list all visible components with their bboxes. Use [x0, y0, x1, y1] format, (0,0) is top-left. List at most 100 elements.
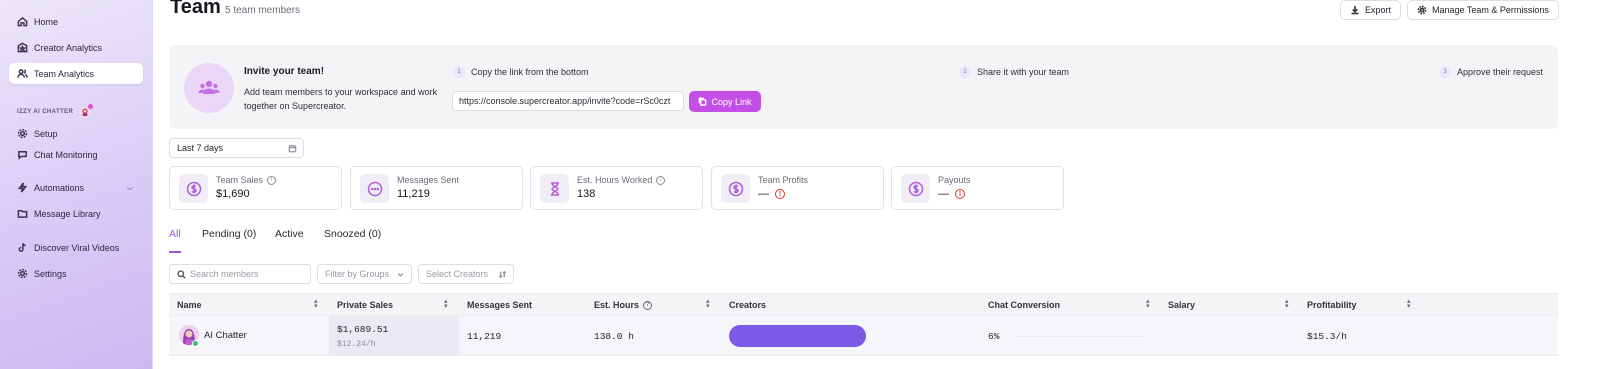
- sidebar-item-label: Creator Analytics: [34, 42, 103, 53]
- stat-label-text: Team Profits: [758, 175, 809, 185]
- column-creators[interactable]: Creators: [729, 300, 766, 310]
- search-input[interactable]: Search members: [169, 264, 311, 284]
- sidebar-item-home[interactable]: Home: [9, 11, 143, 32]
- hourglass-icon: [540, 174, 569, 203]
- invite-title: Invite your team!: [244, 66, 325, 77]
- step-label: Approve their request: [1457, 67, 1544, 77]
- sidebar-item-team-analytics[interactable]: Team Analytics: [9, 63, 143, 84]
- private-sales-rate: $12.24/h: [337, 340, 376, 349]
- sort-icon[interactable]: ▴ ▾: [1285, 298, 1289, 310]
- invite-panel: Invite your team! Add team members to yo…: [169, 45, 1558, 129]
- filter-by-groups-select[interactable]: Filter by Groups: [317, 264, 412, 284]
- sidebar-item-label: Message Library: [34, 208, 101, 219]
- stat-value: —!: [938, 188, 965, 200]
- sort-icon[interactable]: ▴ ▾: [444, 298, 448, 310]
- download-icon: [1351, 6, 1359, 15]
- sidebar-item-setup[interactable]: Setup: [9, 123, 143, 144]
- team-icon: [16, 68, 28, 80]
- column-chat-conversion[interactable]: Chat Conversion: [988, 300, 1060, 310]
- stat-label-text: Messages Sent: [397, 175, 460, 185]
- column-messages-sent[interactable]: Messages Sent: [467, 300, 532, 310]
- export-label: Export: [1364, 5, 1391, 15]
- sidebar-item-label: Discover Viral Videos: [34, 242, 120, 253]
- warning-icon[interactable]: !: [775, 189, 785, 199]
- search-icon: [177, 269, 186, 279]
- dollar-icon: [721, 174, 750, 203]
- section-label-text: IZZY AI CHATTER: [17, 109, 74, 115]
- step-number: 3: [1439, 66, 1451, 78]
- sidebar-item-label: Chat Monitoring: [34, 149, 98, 160]
- stat-card-est-hours-worked: Est. Hours Worked i 138: [530, 166, 703, 210]
- tab-active[interactable]: Active: [275, 228, 304, 240]
- est-hours-value: 138.0 h: [594, 331, 634, 342]
- izzy-avatar: [79, 104, 94, 118]
- table-row[interactable]: AI Chatter $1,689.51 $12.24/h 11,219 138…: [169, 316, 1558, 356]
- invite-step-1: 1 Copy the link from the bottom: [453, 66, 589, 78]
- sidebar-item-chat-monitoring[interactable]: Chat Monitoring: [9, 144, 143, 165]
- tab-all[interactable]: All: [169, 228, 181, 240]
- tab-snoozed[interactable]: Snoozed (0): [324, 228, 381, 240]
- export-button[interactable]: Export: [1340, 0, 1401, 20]
- stat-value: $1,690: [216, 188, 250, 200]
- column-salary[interactable]: Salary: [1168, 300, 1195, 310]
- stat-value-text: —: [938, 188, 949, 200]
- info-icon[interactable]: ?: [643, 300, 653, 310]
- sidebar-item-discover-viral-videos[interactable]: Discover Viral Videos: [9, 237, 143, 258]
- stat-value: 11,219: [397, 188, 430, 200]
- date-range-select[interactable]: Last 7 days: [169, 138, 304, 158]
- chat-conversion-bar: [1015, 336, 1145, 337]
- sidebar: Home Creator Analytics Team Analytics IZ…: [0, 0, 153, 369]
- sidebar-item-message-library[interactable]: Message Library: [9, 203, 143, 224]
- sidebar-item-automations[interactable]: Automations ⌵: [9, 177, 143, 198]
- page-title: Team: [170, 0, 221, 18]
- copy-link-button[interactable]: Copy Link: [689, 91, 761, 112]
- step-label: Copy the link from the bottom: [471, 67, 589, 77]
- copy-link-label: Copy Link: [711, 96, 752, 107]
- gear-icon: [16, 128, 28, 140]
- stat-value-text: —: [758, 188, 769, 200]
- column-est-hours[interactable]: Est. Hours?: [594, 300, 653, 310]
- stat-label-text: Est. Hours Worked: [577, 175, 653, 185]
- copy-icon: [699, 97, 707, 106]
- sidebar-item-settings[interactable]: Settings: [9, 263, 143, 284]
- info-icon[interactable]: i: [267, 175, 277, 185]
- sort-icon[interactable]: ▴ ▾: [314, 298, 318, 310]
- chat-conversion-value: 6%: [988, 331, 1000, 342]
- tiktok-icon: [16, 242, 28, 254]
- warning-icon[interactable]: !: [955, 189, 965, 199]
- team-illustration-icon: [184, 63, 234, 113]
- sidebar-item-label: Setup: [34, 128, 58, 139]
- sort-icon[interactable]: ▴ ▾: [1407, 298, 1411, 310]
- active-tab-indicator: [169, 251, 181, 253]
- column-est-hours-label: Est. Hours: [594, 300, 640, 310]
- tab-pending[interactable]: Pending (0): [202, 228, 256, 240]
- profitability-value: $15.3/h: [1307, 331, 1347, 342]
- home-icon: [16, 16, 28, 28]
- invite-step-3: 3 Approve their request: [1439, 66, 1543, 78]
- private-sales-value: $1,689.51: [337, 324, 389, 335]
- select-creators-select[interactable]: Select Creators: [418, 264, 514, 284]
- groups-placeholder: Filter by Groups: [325, 269, 390, 279]
- stat-value: 138: [577, 188, 596, 200]
- sort-icon: [498, 270, 507, 278]
- column-private-sales[interactable]: Private Sales: [337, 300, 393, 310]
- stat-value: —!: [758, 188, 785, 200]
- invite-link-field[interactable]: [452, 91, 684, 111]
- column-name[interactable]: Name: [177, 300, 202, 310]
- manage-team-button[interactable]: Manage Team & Permissions: [1407, 0, 1559, 20]
- sort-icon[interactable]: ▴ ▾: [1146, 298, 1150, 310]
- sidebar-item-creator-analytics[interactable]: Creator Analytics: [9, 37, 143, 58]
- column-profitability[interactable]: Profitability: [1307, 300, 1357, 310]
- stat-label: Team Profits: [758, 175, 808, 185]
- gear-icon: [1417, 5, 1427, 15]
- info-icon[interactable]: i: [656, 175, 666, 185]
- lightning-icon: [16, 182, 28, 194]
- dollar-icon: [901, 174, 930, 203]
- member-count: 5 team members: [225, 5, 301, 16]
- stat-label: Payouts: [938, 175, 971, 185]
- date-range-value: Last 7 days: [177, 143, 224, 153]
- stat-card-team-profits: Team Profits —!: [711, 166, 884, 210]
- invite-step-2: 2 Share it with your team: [959, 66, 1069, 78]
- sort-icon[interactable]: ▴ ▾: [706, 298, 710, 310]
- folder-icon: [16, 208, 28, 220]
